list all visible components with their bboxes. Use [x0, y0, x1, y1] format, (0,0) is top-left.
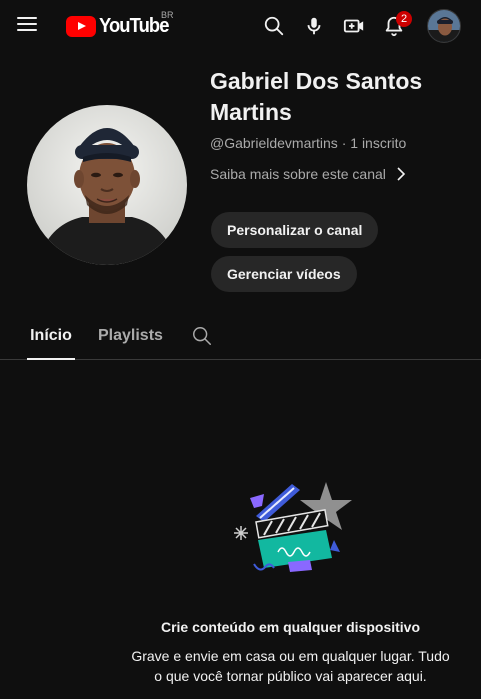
chevron-right-icon [397, 167, 406, 181]
channel-meta: @Gabrieldevmartins · 1 inscrito [210, 135, 406, 151]
empty-state-text: Grave e envie em casa ou em qualquer lug… [131, 648, 450, 684]
tab-playlists-label: Playlists [98, 327, 163, 344]
about-channel-link[interactable]: Saiba mais sobre este canal [210, 166, 406, 182]
tab-home[interactable]: Início [27, 316, 75, 360]
subscriber-count: 1 inscrito [350, 135, 407, 151]
account-avatar[interactable] [427, 9, 461, 43]
search-icon[interactable] [258, 10, 290, 42]
channel-handle: @Gabrieldevmartins [210, 135, 338, 151]
channel-avatar [27, 105, 187, 265]
create-video-icon[interactable] [338, 10, 370, 42]
tab-search-icon[interactable] [191, 325, 215, 349]
country-code: BR [161, 10, 174, 20]
tab-selected-indicator [27, 358, 75, 360]
tab-playlists[interactable]: Playlists [98, 316, 163, 359]
empty-state-title: Crie conteúdo em qualquer dispositivo [160, 619, 421, 635]
about-channel-label: Saiba mais sobre este canal [210, 166, 386, 182]
channel-tabs: Início Playlists [0, 316, 481, 360]
tab-home-label: Início [30, 327, 72, 344]
notification-badge: 2 [396, 11, 412, 27]
logo-text: YouTube [99, 14, 169, 37]
customize-channel-button[interactable]: Personalizar o canal [211, 212, 379, 248]
microphone-icon[interactable] [298, 10, 330, 42]
channel-name: Gabriel Dos Santos Martins [210, 68, 423, 125]
manage-videos-button[interactable]: Gerenciar vídeos [211, 256, 357, 292]
youtube-logo-icon [66, 15, 96, 37]
meta-separator: · [337, 135, 351, 151]
top-bar: YouTube BR 2 [0, 0, 481, 52]
empty-state-illustration [226, 478, 358, 578]
menu-icon[interactable] [17, 16, 37, 32]
youtube-logo[interactable]: YouTube BR [66, 10, 175, 39]
